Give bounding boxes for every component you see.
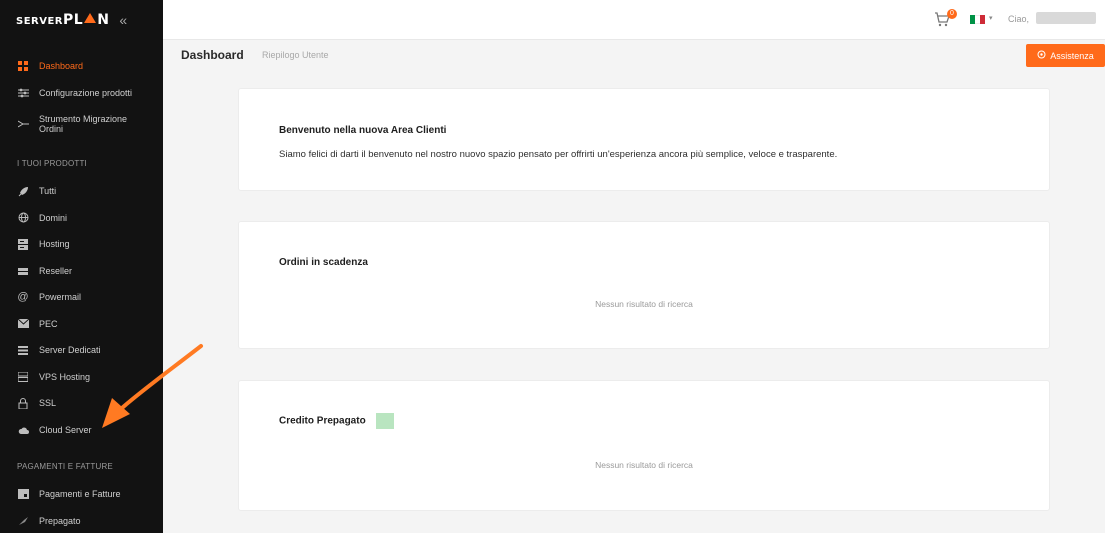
serverplan-logo[interactable]: SERVER PL N <box>16 12 109 28</box>
italy-flag-icon[interactable] <box>970 15 985 24</box>
sidebar-item-label: SSL <box>39 398 57 409</box>
sidebar-item-reseller[interactable]: Reseller <box>0 258 163 285</box>
grid-icon <box>17 60 29 72</box>
page-header: Dashboard Riepilogo Utente Assistenza <box>163 40 1105 70</box>
sidebar-item-label: Prepagato <box>39 515 81 526</box>
credit-status-badge <box>375 413 394 429</box>
assistenza-label: Assistenza <box>1050 50 1094 61</box>
chevron-down-icon[interactable]: ▾ <box>989 14 993 22</box>
reseller-icon <box>17 265 29 277</box>
prepaid-icon <box>17 515 29 527</box>
sidebar-item-domini[interactable]: Domini <box>0 205 163 232</box>
user-greeting: Ciao, <box>1008 14 1030 24</box>
cart-count-badge: 0 <box>947 9 957 19</box>
sidebar-item-configurazione[interactable]: Configurazione prodotti <box>0 80 163 107</box>
sidebar-item-label: Hosting <box>39 239 70 250</box>
cloud-icon <box>17 424 29 436</box>
username-redacted[interactable] <box>1036 12 1096 24</box>
orders-expiring-card: Ordini in scadenza Nessun risultato di r… <box>238 221 1050 349</box>
welcome-card: Benvenuto nella nuova Area Clienti Siamo… <box>238 88 1050 191</box>
globe-icon <box>17 212 29 224</box>
orders-title: Ordini in scadenza <box>279 257 368 268</box>
sidebar-item-label: Domini <box>39 212 68 223</box>
lock-icon <box>17 397 29 409</box>
assistenza-button[interactable]: Assistenza <box>1026 44 1105 67</box>
prepaid-credit-card: Credito Prepagato Nessun risultato di ri… <box>238 380 1050 511</box>
sidebar-item-label: Tutti <box>39 186 57 197</box>
sidebar-item-label: Pagamenti e Fatture <box>39 489 121 500</box>
section-title-pagamenti: PAGAMENTI E FATTURE <box>17 461 113 471</box>
sidebar-item-label: Dashboard <box>39 61 84 72</box>
sidebar-item-pagamenti[interactable]: Pagamenti e Fatture <box>0 481 163 508</box>
topbar: 0 ▾ Ciao, <box>163 0 1105 40</box>
page-subtitle: Riepilogo Utente <box>262 50 329 60</box>
at-icon: @ <box>17 291 29 304</box>
logo-triangle-icon <box>84 13 97 23</box>
page-title: Dashboard <box>181 48 244 62</box>
sidebar-item-pec[interactable]: PEC <box>0 311 163 338</box>
sidebar-item-label: Reseller <box>39 265 73 276</box>
sidebar-item-label: VPS Hosting <box>39 371 91 382</box>
sidebar-item-prepagato[interactable]: Prepagato <box>0 508 163 533</box>
sidebar-item-dashboard[interactable]: Dashboard <box>0 53 163 80</box>
sidebar-item-label: Configurazione prodotti <box>39 87 133 98</box>
credit-empty-message: Nessun risultato di ricerca <box>595 460 693 470</box>
sidebar-item-tutti[interactable]: Tutti <box>0 178 163 205</box>
sidebar-item-label: Cloud Server <box>39 424 92 435</box>
sidebar-item-server-dedicati[interactable]: Server Dedicati <box>0 337 163 364</box>
sidebar-item-vps-hosting[interactable]: VPS Hosting <box>0 364 163 391</box>
sliders-icon <box>17 87 29 99</box>
rack-icon <box>17 344 29 356</box>
logo-row: SERVER PL N « <box>0 0 163 40</box>
sidebar-item-cloud-server[interactable]: Cloud Server <box>0 417 163 444</box>
mail-icon <box>17 318 29 330</box>
sidebar-item-hosting[interactable]: Hosting <box>0 231 163 258</box>
double-chevron-left-icon[interactable]: « <box>119 12 127 28</box>
welcome-title: Benvenuto nella nuova Area Clienti <box>279 125 447 136</box>
sidebar-item-label: Server Dedicati <box>39 345 101 356</box>
credit-title-row: Credito Prepagato <box>279 413 394 429</box>
migrate-icon <box>17 118 29 130</box>
sidebar-item-label: Strumento Migrazione Ordini <box>39 114 128 134</box>
sidebar-item-label: Powermail <box>39 292 82 303</box>
vps-icon <box>17 371 29 383</box>
sidebar-item-ssl[interactable]: SSL <box>0 390 163 417</box>
sidebar-item-label: PEC <box>39 318 58 329</box>
sidebar-item-migrazione[interactable]: Strumento Migrazione Ordini <box>0 106 163 142</box>
welcome-text: Siamo felici di darti il benvenuto nel n… <box>279 149 838 160</box>
invoice-icon <box>17 488 29 500</box>
rocket-icon <box>17 185 29 197</box>
support-icon <box>1037 50 1046 61</box>
section-title-prodotti: I TUOI PRODOTTI <box>17 158 87 168</box>
sidebar-item-powermail[interactable]: @ Powermail <box>0 284 163 311</box>
server-icon <box>17 238 29 250</box>
orders-empty-message: Nessun risultato di ricerca <box>595 299 693 309</box>
credit-title: Credito Prepagato <box>279 415 366 427</box>
sidebar: SERVER PL N « Dashboard Configurazione pro… <box>0 0 163 533</box>
